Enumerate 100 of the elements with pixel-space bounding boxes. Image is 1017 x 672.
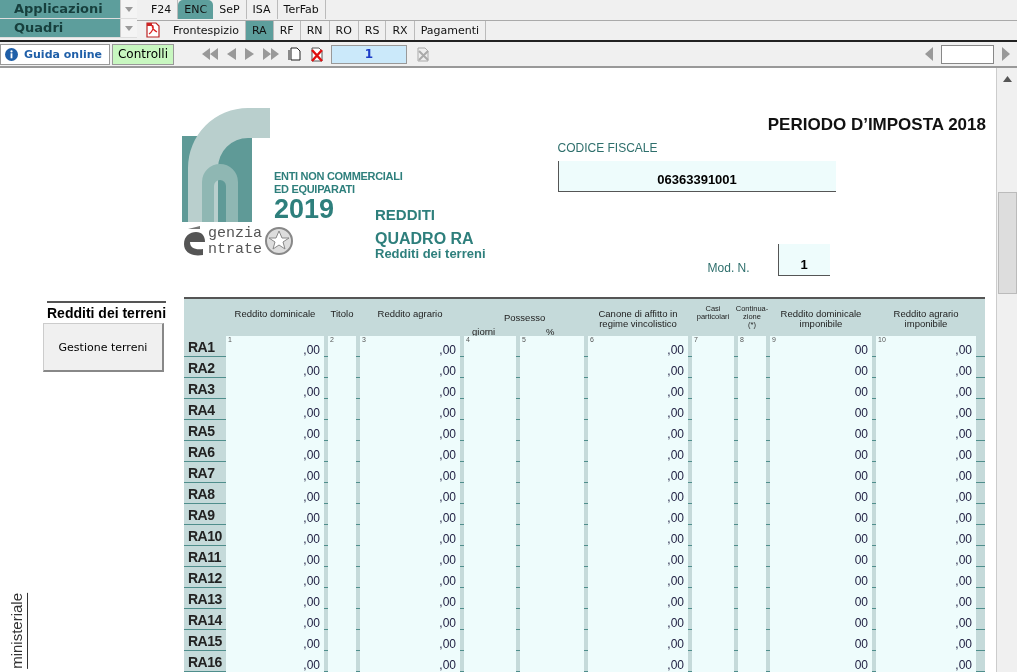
input-field[interactable]: ,00 [588, 357, 688, 379]
input-field[interactable]: 00 [770, 630, 872, 652]
input-field[interactable]: 00 [770, 504, 872, 526]
new-page-icon[interactable] [288, 47, 302, 61]
input-field[interactable]: ,00 [360, 504, 460, 526]
section-tab[interactable]: RO [329, 20, 359, 40]
input-field[interactable]: ,00 [226, 504, 324, 526]
input-field[interactable]: ,00 [588, 483, 688, 505]
input-field[interactable]: ,00 [876, 630, 976, 652]
section-tab[interactable]: RF [273, 20, 301, 40]
input-field[interactable]: ,00 [226, 609, 324, 631]
module-number-field[interactable]: 1 [777, 244, 830, 276]
input-field[interactable]: 00 [770, 651, 872, 672]
input-field[interactable]: 00 [770, 441, 872, 463]
input-field[interactable]: ,00 [876, 567, 976, 589]
input-field[interactable]: 00 [770, 609, 872, 631]
input-field[interactable]: 00 [770, 588, 872, 610]
input-field[interactable]: ,00 [360, 483, 460, 505]
scroll-up-icon[interactable] [1002, 76, 1012, 82]
input-field[interactable]: ,00 [360, 357, 460, 379]
input-field[interactable]: ,00 [588, 399, 688, 421]
delete-page-icon[interactable] [310, 46, 325, 62]
page-number-field[interactable]: 1 [331, 44, 408, 64]
input-field[interactable]: ,00 [588, 567, 688, 589]
input-field[interactable]: ,00 [876, 462, 976, 484]
input-field[interactable]: ,00 [876, 441, 976, 463]
previous-icon[interactable] [925, 47, 933, 61]
input-field[interactable]: ,00 [876, 399, 976, 421]
input-field[interactable]: ,00 [588, 420, 688, 442]
input-field[interactable]: ,00 [226, 357, 324, 379]
input-field[interactable]: ,00 [226, 567, 324, 589]
input-field[interactable]: ,00 [588, 378, 688, 400]
app-tab[interactable]: ISA [246, 0, 278, 20]
input-field[interactable]: ,00 [360, 378, 460, 400]
last-page-icon[interactable] [263, 48, 280, 60]
input-field[interactable] [692, 651, 734, 672]
section-tab[interactable]: RN [300, 20, 330, 40]
input-field[interactable]: ,00 [588, 504, 688, 526]
help-button[interactable]: Guida online [0, 43, 110, 65]
input-field[interactable]: ,00 [360, 630, 460, 652]
input-field[interactable]: ,00 [360, 546, 460, 568]
section-tab[interactable]: Frontespizio [167, 20, 246, 40]
input-field[interactable]: ,00 [360, 525, 460, 547]
input-field[interactable]: 00 [770, 399, 872, 421]
input-field[interactable]: ,00 [876, 588, 976, 610]
input-field[interactable]: 00 [770, 378, 872, 400]
input-field[interactable] [738, 651, 766, 672]
input-field[interactable]: ,00 [226, 462, 324, 484]
next-icon[interactable] [245, 48, 255, 60]
input-field[interactable]: ,00 [226, 378, 324, 400]
manage-land-button[interactable]: Gestione terreni [43, 323, 164, 372]
scrollbar-thumb[interactable] [997, 192, 1017, 294]
input-field[interactable]: ,00 [588, 441, 688, 463]
input-field[interactable]: ,00 [226, 525, 324, 547]
input-field[interactable]: ,00 [226, 546, 324, 568]
input-field[interactable]: ,00 [876, 357, 976, 379]
input-field[interactable]: ,00 [876, 483, 976, 505]
input-field[interactable]: ,00 [588, 588, 688, 610]
input-field[interactable]: ,00 [226, 630, 324, 652]
input-field[interactable]: ,00 [876, 420, 976, 442]
input-field[interactable]: ,00 [588, 462, 688, 484]
dropdown[interactable]: Quadri [0, 19, 137, 38]
tax-code-field[interactable]: 06363391001 [557, 161, 836, 192]
input-field[interactable] [464, 651, 516, 672]
first-page-icon[interactable] [202, 48, 219, 60]
input-field[interactable]: ,00 [588, 651, 688, 672]
input-field[interactable]: ,00 [876, 651, 976, 672]
input-field[interactable]: ,00 [360, 441, 460, 463]
dropdown[interactable]: Applicazioni [0, 0, 137, 19]
input-field[interactable] [520, 651, 584, 672]
input-field[interactable]: ,00 [360, 609, 460, 631]
app-tab[interactable]: ENC [178, 0, 214, 20]
scrollbar[interactable] [996, 68, 1017, 672]
input-field[interactable]: ,00 [226, 420, 324, 442]
input-field[interactable]: ,00 [876, 378, 976, 400]
section-tab[interactable]: RX [386, 20, 415, 40]
input-field[interactable]: 00 [770, 462, 872, 484]
input-field[interactable]: ,00 [588, 630, 688, 652]
input-field[interactable]: 00 [770, 420, 872, 442]
input-field[interactable]: ,00 [360, 462, 460, 484]
input-field[interactable]: ,00 [226, 483, 324, 505]
section-tab[interactable]: RS [358, 20, 387, 40]
controls-button[interactable]: Controlli [112, 43, 175, 65]
input-field[interactable]: ,00 [588, 609, 688, 631]
input-field[interactable]: 00 [770, 567, 872, 589]
input-field[interactable]: ,00 [588, 525, 688, 547]
input-field[interactable]: ,00 [360, 420, 460, 442]
section-tab[interactable]: Pagamenti [414, 20, 487, 40]
input-field[interactable]: ,00 [360, 588, 460, 610]
input-field[interactable]: ,00 [876, 609, 976, 631]
input-field[interactable]: ,00 [226, 441, 324, 463]
input-field[interactable]: ,00 [360, 399, 460, 421]
app-tab[interactable]: TerFab [277, 0, 326, 20]
input-field[interactable]: ,00 [226, 588, 324, 610]
pdf-icon[interactable] [145, 22, 161, 39]
input-field[interactable]: ,00 [876, 525, 976, 547]
page-field[interactable] [941, 44, 994, 64]
input-field[interactable]: 00 [770, 546, 872, 568]
previous-icon[interactable] [227, 48, 237, 60]
input-field[interactable]: ,00 [360, 567, 460, 589]
